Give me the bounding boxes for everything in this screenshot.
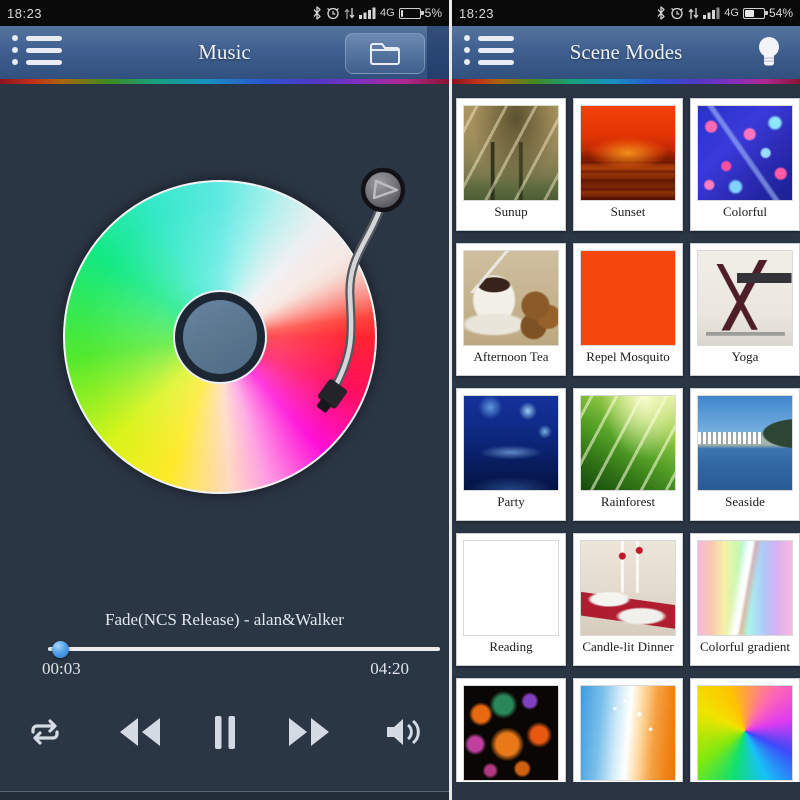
scene-card-afternoon-tea[interactable]: Afternoon Tea bbox=[456, 243, 566, 376]
time-row: 00:03 04:20 bbox=[0, 659, 449, 679]
scene-label: Candle-lit Dinner bbox=[580, 639, 676, 655]
repeat-button[interactable] bbox=[26, 718, 64, 746]
progress-thumb[interactable] bbox=[52, 641, 69, 658]
scene-label: Colorful bbox=[697, 204, 793, 220]
scene-modes-screen: 18:23 4G 54% Scene Modes bbox=[452, 0, 800, 800]
scene-card-colorful[interactable]: Colorful bbox=[690, 98, 800, 231]
screenshot-root: 18:23 4G 5% Music bbox=[0, 0, 800, 800]
pause-button[interactable] bbox=[214, 716, 236, 749]
signal-icon bbox=[703, 7, 720, 19]
pause-icon bbox=[214, 716, 236, 749]
clock-time: 18:23 bbox=[459, 6, 494, 21]
scene-card-yoga[interactable]: Yoga bbox=[690, 243, 800, 376]
scene-card-repel-mosquito[interactable]: Repel Mosquito bbox=[573, 243, 683, 376]
list-menu-icon bbox=[12, 35, 18, 41]
bulb-button[interactable] bbox=[754, 35, 784, 71]
scene-card-reading[interactable]: Reading bbox=[456, 533, 566, 666]
scene-grid: Sunup Sunset Colorful Afternoon Tea Repe… bbox=[452, 84, 800, 800]
bluetooth-icon bbox=[656, 6, 666, 20]
statusbar-icons: 4G 5% bbox=[312, 6, 442, 20]
menu-button[interactable] bbox=[12, 35, 62, 65]
scene-image-bokeh bbox=[463, 685, 559, 781]
scene-image-reading bbox=[463, 540, 559, 636]
scene-card-colorful-gradient[interactable]: Colorful gradient bbox=[690, 533, 800, 666]
scene-label: Seaside bbox=[697, 494, 793, 510]
scene-card-rainforest[interactable]: Rainforest bbox=[573, 388, 683, 521]
scene-label: Colorful gradient bbox=[697, 639, 793, 655]
disc-hub bbox=[173, 290, 267, 384]
elapsed-time: 00:03 bbox=[42, 659, 81, 679]
alarm-icon bbox=[326, 6, 340, 20]
screens-divider bbox=[449, 0, 452, 800]
header-edge-stripe bbox=[427, 26, 449, 79]
alarm-icon bbox=[670, 6, 684, 20]
scene-image-rainforest bbox=[580, 395, 676, 491]
scene-label: Sunset bbox=[580, 204, 676, 220]
bottom-crop-strip bbox=[452, 782, 800, 800]
track-title: Fade(NCS Release) - alan&Walker bbox=[0, 610, 449, 630]
folder-button[interactable] bbox=[345, 33, 425, 74]
header-music: Music bbox=[0, 26, 449, 79]
rainbow-strip bbox=[0, 79, 449, 84]
scene-image-repel-mosquito bbox=[580, 250, 676, 346]
network-type-label: 4G bbox=[380, 7, 395, 19]
signal-icon bbox=[359, 7, 376, 19]
data-arrows-icon bbox=[344, 7, 355, 20]
scene-card-seaside[interactable]: Seaside bbox=[690, 388, 800, 521]
battery-icon bbox=[743, 8, 765, 19]
scene-label: Party bbox=[463, 494, 559, 510]
data-arrows-icon bbox=[688, 7, 699, 20]
scene-card-sunset[interactable]: Sunset bbox=[573, 98, 683, 231]
fast-forward-icon bbox=[287, 717, 333, 747]
battery-percent: 5% bbox=[425, 6, 442, 20]
scene-label: Reading bbox=[463, 639, 559, 655]
list-menu-icon bbox=[464, 35, 470, 41]
scene-image-seaside bbox=[697, 395, 793, 491]
scene-image-rainbow-spectrum bbox=[697, 685, 793, 781]
music-screen: 18:23 4G 5% Music bbox=[0, 0, 449, 800]
scene-label: Yoga bbox=[697, 349, 793, 365]
network-type-label: 4G bbox=[724, 7, 739, 19]
clock-time: 18:23 bbox=[7, 6, 42, 21]
scene-image-sunset bbox=[580, 105, 676, 201]
scene-image-colorful-gradient bbox=[697, 540, 793, 636]
battery-percent: 54% bbox=[769, 6, 793, 20]
scene-image-yoga bbox=[697, 250, 793, 346]
statusbar-right: 18:23 4G 54% bbox=[452, 0, 800, 26]
statusbar-left: 18:23 4G 5% bbox=[0, 0, 449, 26]
header-scene-modes: Scene Modes bbox=[452, 26, 800, 79]
statusbar-icons: 4G 54% bbox=[656, 6, 793, 20]
scene-image-afternoon-tea bbox=[463, 250, 559, 346]
scene-card-candlelit-dinner[interactable]: Candle-lit Dinner bbox=[573, 533, 683, 666]
scene-label: Rainforest bbox=[580, 494, 676, 510]
total-time: 04:20 bbox=[370, 659, 409, 679]
rewind-button[interactable] bbox=[116, 717, 162, 747]
scene-image-sunup bbox=[463, 105, 559, 201]
volume-button[interactable] bbox=[385, 716, 423, 748]
scene-label: Afternoon Tea bbox=[463, 349, 559, 365]
bottom-strip bbox=[0, 791, 449, 800]
bluetooth-icon bbox=[312, 6, 322, 20]
menu-button[interactable] bbox=[464, 35, 514, 65]
scene-image-party bbox=[463, 395, 559, 491]
scene-image-candlelit-dinner bbox=[580, 540, 676, 636]
scene-card-sunup[interactable]: Sunup bbox=[456, 98, 566, 231]
folder-icon bbox=[369, 41, 401, 67]
battery-icon bbox=[399, 8, 421, 19]
scene-image-rainbow-rays bbox=[580, 685, 676, 781]
lightbulb-icon bbox=[756, 36, 782, 71]
repeat-icon bbox=[26, 718, 64, 746]
tonearm-pivot-button bbox=[363, 170, 403, 210]
progress-slider[interactable] bbox=[48, 640, 440, 658]
progress-track[interactable] bbox=[48, 647, 440, 651]
playback-controls bbox=[0, 708, 449, 756]
scene-label: Sunup bbox=[463, 204, 559, 220]
scene-image-colorful bbox=[697, 105, 793, 201]
fast-forward-button[interactable] bbox=[287, 717, 333, 747]
volume-icon bbox=[385, 716, 423, 748]
scene-label: Repel Mosquito bbox=[580, 349, 676, 365]
scene-card-party[interactable]: Party bbox=[456, 388, 566, 521]
rewind-icon bbox=[116, 717, 162, 747]
